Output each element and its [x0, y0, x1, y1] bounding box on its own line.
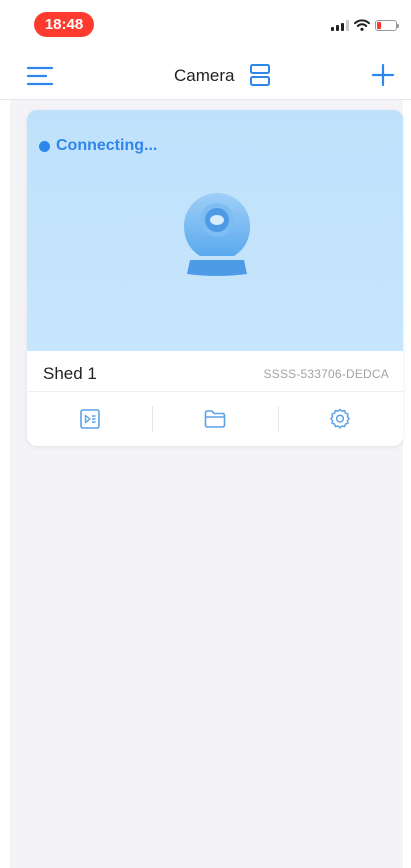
page-title: Camera — [174, 66, 235, 85]
camera-device-id: SSSS-533706-DEDCA — [263, 367, 389, 381]
status-dot — [39, 140, 50, 152]
playback-icon — [79, 409, 100, 429]
status-icons — [331, 19, 399, 31]
camera-actions — [27, 391, 403, 446]
status-bar: 18:48 — [0, 0, 411, 48]
folder-icon — [204, 410, 226, 428]
wifi-icon — [354, 19, 370, 31]
layout-icon[interactable] — [249, 63, 271, 87]
camera-icon — [184, 193, 250, 276]
camera-preview[interactable]: Connecting... — [27, 110, 403, 351]
nav-bar: Camera — [0, 48, 411, 100]
camera-name: Shed 1 — [43, 364, 97, 383]
files-button[interactable] — [152, 392, 277, 446]
signal-icon — [331, 19, 349, 31]
status-time: 18:48 — [34, 12, 94, 37]
gear-icon — [330, 408, 351, 429]
playback-button[interactable] — [27, 392, 152, 446]
menu-icon[interactable] — [26, 65, 54, 87]
camera-info[interactable]: Shed 1 SSSS-533706-DEDCA — [27, 351, 403, 391]
connection-status: Connecting... — [39, 137, 157, 155]
battery-icon — [375, 19, 399, 31]
add-icon[interactable] — [371, 63, 395, 87]
connection-status-text: Connecting... — [56, 137, 158, 154]
camera-card: Connecting... Shed 1 SSSS-533706-DEDCA — [27, 110, 403, 446]
camera-list-screen: 18:48 Camera Connecting... Shed 1 SSSS-5… — [0, 0, 411, 868]
settings-button[interactable] — [277, 392, 403, 446]
